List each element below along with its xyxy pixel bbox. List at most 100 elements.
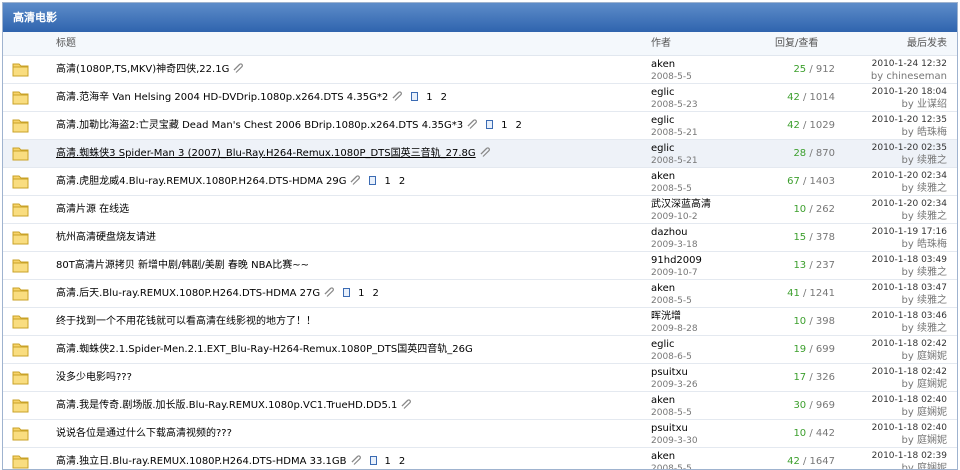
stats-separator: / (799, 92, 810, 103)
author-name[interactable]: aken (651, 58, 751, 71)
thread-title-link[interactable]: 高清.加勒比海盗2:亡灵宝藏 Dead Man's Chest 2006 BDr… (56, 120, 463, 131)
author-name[interactable]: aken (651, 170, 751, 183)
page-icon (369, 176, 377, 185)
thread-title-link[interactable]: 杭州高清硬盘烧友请进 (56, 232, 156, 243)
folder-icon (12, 313, 29, 330)
last-post-user[interactable]: 庭娴妮 (917, 379, 947, 390)
page-link[interactable]: 1 (385, 456, 391, 467)
thread-row: 高清.加勒比海盗2:亡灵宝藏 Dead Man's Chest 2006 BDr… (3, 112, 957, 140)
reply-count: 25 (793, 64, 807, 75)
thread-title-cell: 高清.蜘蛛侠2.1.Spider-Men.2.1.EXT_Blu-Ray-H26… (56, 336, 473, 363)
paperclip-icon (400, 393, 412, 409)
last-post-time[interactable]: 2010-1-20 02:35 (827, 142, 947, 155)
last-post-time[interactable]: 2010-1-20 12:35 (827, 114, 947, 127)
author-cell: aken 2008-5-5 (651, 58, 751, 83)
thread-title-link[interactable]: 高清.蜘蛛侠2.1.Spider-Men.2.1.EXT_Blu-Ray-H26… (56, 344, 473, 355)
thread-title-link[interactable]: 说说各位是通过什么下载高清视频的??? (56, 428, 232, 439)
page-link[interactable]: 2 (441, 92, 447, 103)
last-post-time[interactable]: 2010-1-20 18:04 (827, 86, 947, 99)
stats-cell: 67 / 1403 (743, 168, 835, 195)
thread-title-link[interactable]: 高清.后天.Blu-ray.REMUX.1080P.H264.DTS-HDMA … (56, 288, 320, 299)
post-date: 2008-5-21 (651, 128, 698, 138)
column-last-post[interactable]: 最后发表 (907, 32, 947, 55)
last-post-by: by 续雅之 (827, 183, 947, 195)
last-post-time[interactable]: 2010-1-18 03:46 (827, 310, 947, 323)
thread-title-cell: 高清.后天.Blu-ray.REMUX.1080P.H264.DTS-HDMA … (56, 280, 379, 307)
last-post-user[interactable]: 续雅之 (917, 267, 947, 278)
last-post-user[interactable]: 庭娴妮 (917, 407, 947, 418)
thread-title-link[interactable]: 终于找到一个不用花钱就可以看高清在线影视的地方了！！ (56, 316, 316, 327)
author-name[interactable]: 91hd2009 (651, 254, 751, 267)
author-name[interactable]: psuitxu (651, 366, 751, 379)
author-name[interactable]: eglic (651, 86, 751, 99)
last-post-cell: 2010-1-20 02:34 by 续雅之 (827, 198, 947, 223)
last-post-time[interactable]: 2010-1-20 02:34 (827, 170, 947, 183)
by-label: by (901, 463, 914, 470)
author-name[interactable]: eglic (651, 114, 751, 127)
last-post-user[interactable]: 续雅之 (917, 295, 947, 306)
page-link[interactable]: 1 (358, 288, 364, 299)
stats-cell: 10 / 442 (743, 420, 835, 447)
stats-cell: 28 / 870 (743, 140, 835, 167)
last-post-user[interactable]: chineseman (886, 71, 947, 82)
thread-title-link[interactable]: 高清.蜘蛛侠3 Spider-Man 3 (2007)_Blu-Ray.H264… (56, 148, 476, 159)
thread-title-link[interactable]: 没多少电影吗??? (56, 372, 132, 383)
page-link[interactable]: 2 (399, 456, 405, 467)
thread-title-link[interactable]: 80T高清片源拷贝 新增中剧/韩剧/美剧 春晚 NBA比赛~~ (56, 260, 309, 271)
reply-count: 42 (787, 456, 800, 467)
last-post-user[interactable]: 庭娴妮 (917, 435, 947, 446)
author-name[interactable]: dazhou (651, 226, 751, 239)
column-stats[interactable]: 回复/查看 (775, 32, 818, 55)
thread-title-link[interactable]: 高清片源 在线选 (56, 204, 129, 215)
last-post-time[interactable]: 2010-1-19 17:16 (827, 226, 947, 239)
author-name[interactable]: aken (651, 394, 751, 407)
column-author[interactable]: 作者 (651, 32, 671, 55)
author-name[interactable]: 武汉深蓝高清 (651, 198, 751, 211)
last-post-time[interactable]: 2010-1-18 02:42 (827, 366, 947, 379)
by-label: by (901, 351, 914, 362)
thread-title-link[interactable]: 高清.我是传奇.剧场版.加长版.Blu-Ray.REMUX.1080p.VC1.… (56, 400, 397, 411)
page-link[interactable]: 1 (501, 120, 507, 131)
last-post-user[interactable]: 续雅之 (917, 211, 947, 222)
thread-title-link[interactable]: 高清(1080P,TS,MKV)神奇四侠,22.1G (56, 64, 229, 75)
last-post-time[interactable]: 2010-1-18 02:39 (827, 450, 947, 463)
last-post-time[interactable]: 2010-1-18 02:40 (827, 394, 947, 407)
stats-separator: / (806, 316, 816, 327)
last-post-by: by 庭娴妮 (827, 463, 947, 470)
author-name[interactable]: psuitxu (651, 422, 751, 435)
page-link[interactable]: 2 (399, 176, 405, 187)
last-post-user[interactable]: 皓珠梅 (917, 127, 947, 138)
author-name[interactable]: eglic (651, 338, 751, 351)
page-link[interactable]: 2 (372, 288, 378, 299)
thread-title-link[interactable]: 高清.独立日.Blu-ray.REMUX.1080P.H264.DTS-HDMA… (56, 456, 347, 467)
last-post-time[interactable]: 2010-1-20 02:34 (827, 198, 947, 211)
author-name[interactable]: aken (651, 282, 751, 295)
thread-title-link[interactable]: 高清.范海辛 Van Helsing 2004 HD-DVDrip.1080p.… (56, 92, 388, 103)
author-name[interactable]: 晖洸增 (651, 310, 751, 323)
last-post-time[interactable]: 2010-1-18 03:47 (827, 282, 947, 295)
folder-icon (12, 229, 29, 246)
stats-separator: / (806, 428, 816, 439)
by-label: by (901, 155, 914, 166)
last-post-time[interactable]: 2010-1-18 03:49 (827, 254, 947, 267)
author-name[interactable]: aken (651, 450, 751, 463)
thread-title-link[interactable]: 高清.虎胆龙威4.Blu-ray.REMUX.1080P.H264.DTS-HD… (56, 176, 346, 187)
paperclip-icon (350, 449, 362, 465)
last-post-user[interactable]: 庭娴妮 (917, 463, 947, 469)
column-title[interactable]: 标题 (56, 32, 76, 55)
last-post-user[interactable]: 皓珠梅 (917, 239, 947, 250)
author-name[interactable]: eglic (651, 142, 751, 155)
last-post-time[interactable]: 2010-1-24 12:32 (827, 58, 947, 71)
last-post-user[interactable]: 续雅之 (917, 323, 947, 334)
stats-separator: / (799, 120, 810, 131)
last-post-user[interactable]: 业谋绍 (917, 99, 947, 110)
last-post-user[interactable]: 续雅之 (917, 183, 947, 194)
last-post-time[interactable]: 2010-1-18 02:42 (827, 338, 947, 351)
page-link[interactable]: 2 (515, 120, 521, 131)
page-link[interactable]: 1 (384, 176, 390, 187)
stats-separator: / (806, 64, 816, 75)
page-link[interactable]: 1 (426, 92, 432, 103)
last-post-user[interactable]: 庭娴妮 (917, 351, 947, 362)
last-post-time[interactable]: 2010-1-18 02:40 (827, 422, 947, 435)
last-post-user[interactable]: 续雅之 (917, 155, 947, 166)
